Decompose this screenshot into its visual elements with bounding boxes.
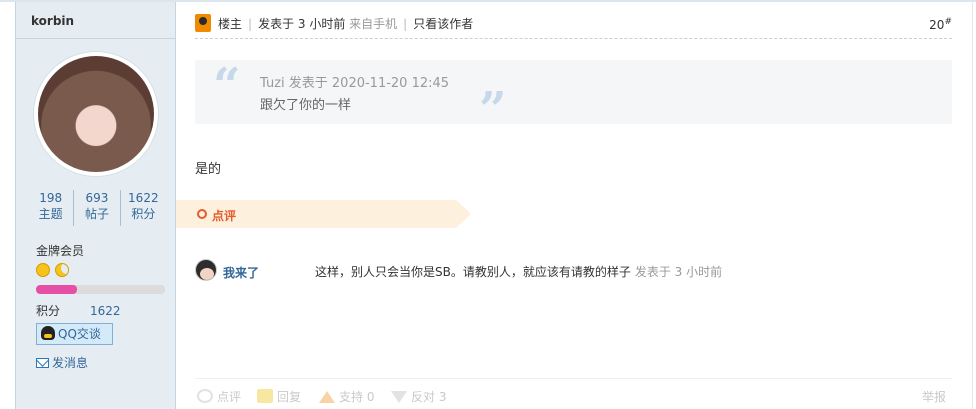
- thumb-up-icon: [319, 391, 335, 403]
- moon-medal-icon: [55, 263, 70, 277]
- user-rank[interactable]: 金牌会员: [36, 242, 84, 259]
- send-message-label: 发消息: [52, 356, 89, 370]
- avatar-image: [38, 56, 154, 172]
- credit-row: 积分 1622: [36, 302, 121, 319]
- stat-credits-label: 积分: [131, 207, 156, 221]
- sun-medal-icon: [36, 263, 50, 277]
- qq-penguin-icon: [41, 326, 55, 340]
- header-dashed-divider: [195, 38, 952, 39]
- stat-posts-value: 693: [85, 191, 109, 205]
- post-header: 楼主 | 发表于 3 小时前 来自手机 | 只看该作者 20#: [195, 12, 952, 38]
- report-link[interactable]: 举报: [922, 388, 946, 405]
- username[interactable]: korbin: [31, 14, 74, 28]
- floor-sup: #: [944, 17, 952, 27]
- comment-time: 发表于 3 小时前: [634, 265, 723, 279]
- credit-value: 1622: [90, 304, 121, 318]
- review-bar[interactable]: 点评: [176, 200, 471, 228]
- only-author-link[interactable]: 只看该作者: [413, 17, 473, 31]
- stat-credits[interactable]: 1622 积分: [119, 190, 166, 226]
- review-comment: 我来了 这样，别人只会当你是SB。请教别人，就应该有请教的样子 发表于 3 小时前: [195, 258, 952, 288]
- close-quote-icon: ”: [479, 82, 507, 138]
- reply-action-label: 回复: [277, 390, 302, 404]
- stat-credits-value: 1622: [128, 191, 159, 205]
- comment-bubble-icon: [197, 389, 213, 403]
- post-meta: 楼主 | 发表于 3 小时前 来自手机 | 只看该作者: [218, 17, 474, 31]
- review-label[interactable]: 点评: [212, 207, 236, 224]
- stat-posts-label: 帖子: [84, 207, 109, 221]
- credit-label: 积分: [36, 304, 61, 318]
- medals: [36, 262, 70, 278]
- oppose-action[interactable]: 反对 3: [391, 388, 446, 405]
- comment-text: 这样，别人只会当你是SB。请教别人，就应该有请教的样子: [315, 265, 631, 279]
- quote-meta: Tuzi 发表于 2020-11-20 12:45: [260, 76, 450, 91]
- stat-threads[interactable]: 198 主题: [28, 190, 73, 226]
- review-ring-icon: [197, 209, 207, 219]
- reply-action[interactable]: 回复: [257, 388, 301, 405]
- review-action-label: 点评: [217, 390, 242, 404]
- floor-value: 20: [929, 18, 945, 32]
- user-sidebar: korbin 198 主题 693 帖子 1622 积分 金牌会员 积分 162…: [15, 2, 176, 409]
- support-action-label: 支持 0: [339, 390, 375, 404]
- stat-threads-label: 主题: [38, 207, 63, 221]
- envelope-icon: [36, 358, 49, 368]
- post-actions: 点评 回复 支持 0 反对 3 举报: [195, 388, 952, 406]
- user-stats: 198 主题 693 帖子 1622 积分: [28, 190, 166, 226]
- post-content: 是的: [195, 162, 222, 177]
- level-progress-fill: [36, 285, 78, 294]
- quote-block: “ Tuzi 发表于 2020-11-20 12:45 跟欠了你的一样 ”: [195, 58, 952, 134]
- send-message-link[interactable]: 发消息: [36, 354, 88, 371]
- avatar[interactable]: [33, 51, 159, 177]
- comment-username[interactable]: 我来了: [223, 264, 259, 281]
- post-source: 来自手机: [349, 17, 398, 31]
- stat-threads-value: 198: [39, 191, 63, 205]
- qq-chat-label: QQ交谈: [58, 327, 101, 341]
- page-right-border: [972, 0, 973, 409]
- reply-icon: [257, 389, 273, 403]
- quote-text: 跟欠了你的一样: [260, 98, 352, 113]
- support-action[interactable]: 支持 0: [319, 388, 374, 405]
- comment-avatar[interactable]: [195, 259, 217, 281]
- open-quote-icon: “: [213, 58, 241, 114]
- username-divider: [16, 38, 175, 39]
- floor-number[interactable]: 20#: [929, 17, 952, 32]
- comment-text-row: 这样，别人只会当你是SB。请教别人，就应该有请教的样子 发表于 3 小时前: [315, 263, 722, 280]
- oppose-action-label: 反对 3: [411, 390, 447, 404]
- post-time: 发表于 3 小时前: [258, 17, 346, 31]
- review-action[interactable]: 点评: [197, 388, 241, 405]
- thumb-down-icon: [391, 391, 407, 403]
- stat-posts[interactable]: 693 帖子: [73, 190, 119, 226]
- level-progress-bar: [36, 285, 165, 294]
- thread-starter-icon: [195, 14, 211, 32]
- author-role: 楼主: [218, 17, 243, 31]
- qq-chat-button[interactable]: QQ交谈: [36, 323, 113, 345]
- footer-divider: [195, 378, 952, 379]
- post-container: korbin 198 主题 693 帖子 1622 积分 金牌会员 积分 162…: [0, 0, 976, 409]
